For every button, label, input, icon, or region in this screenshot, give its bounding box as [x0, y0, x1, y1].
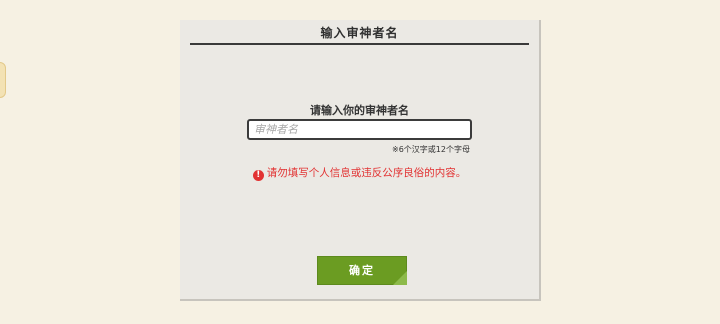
confirm-button[interactable]: 确定: [317, 256, 407, 285]
warning-text: 请勿填写个人信息或违反公序良俗的内容。: [266, 167, 467, 179]
privacy-warning: ! 请勿填写个人信息或违反公序良俗的内容。: [180, 165, 539, 181]
name-entry-dialog: 输入审神者名 请输入你的审神者名 ※6个汉字或12个字母 !请勿填写个人信息或违…: [180, 20, 541, 301]
button-corner-decoration: [393, 271, 407, 285]
dialog-title: 输入审神者名: [190, 20, 529, 45]
name-prompt-label: 请输入你的审神者名: [310, 104, 409, 117]
confirm-button-label: 确定: [349, 264, 375, 277]
exclamation-icon: !: [252, 170, 264, 181]
saniwa-name-input[interactable]: [247, 119, 472, 140]
side-tab[interactable]: [0, 62, 6, 98]
length-hint: ※6个汉字或12个字母: [392, 145, 470, 154]
